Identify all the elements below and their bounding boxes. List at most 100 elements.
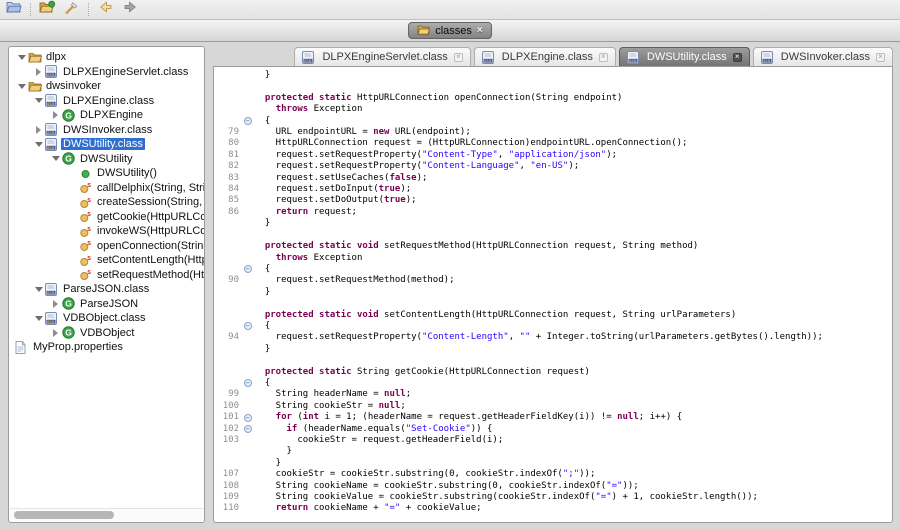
- code-text: request.setUseCaches(false);: [254, 173, 427, 184]
- tree-item-myprop-properties[interactable]: MyProp.properties: [9, 340, 204, 355]
- tree-item-dwsinvoker[interactable]: dwsinvoker: [9, 79, 204, 94]
- tree-item-vdbobject[interactable]: GVDBObject: [9, 326, 204, 341]
- tree-expand-icon[interactable]: [32, 287, 45, 292]
- class-file-icon: 010: [45, 312, 61, 325]
- code-line: throws Exception: [214, 104, 892, 115]
- open-file-button[interactable]: [5, 2, 23, 18]
- tree-expand-icon[interactable]: [49, 300, 62, 308]
- tree-item-createsession-string-st[interactable]: ScreateSession(String, St: [9, 195, 204, 210]
- code-line: }: [214, 344, 892, 355]
- forward-button[interactable]: [121, 2, 139, 18]
- code-line: }: [214, 70, 892, 81]
- tree-item-openconnection-string-[interactable]: SopenConnection(String): [9, 239, 204, 254]
- tree-item-label: getCookie(HttpURLCon: [95, 211, 205, 223]
- code-text: cookieStr = cookieStr.substring(0, cooki…: [254, 469, 595, 480]
- fold-gutter: −: [241, 321, 254, 332]
- tree-item-calldelphix-string-strin[interactable]: ScallDelphix(String, Strin: [9, 181, 204, 196]
- tree-item-dlpxengine[interactable]: GDLPXEngine: [9, 108, 204, 123]
- tree-item-dwsutility-class[interactable]: 010DWSUtility.class: [9, 137, 204, 152]
- editor-tab-dwsutility-class[interactable]: 010DWSUtility.class×: [619, 47, 750, 66]
- tree-expand-icon[interactable]: [49, 156, 62, 161]
- close-icon[interactable]: ×: [454, 53, 463, 62]
- tree-expand-icon[interactable]: [15, 55, 28, 60]
- tree-item-invokews-httpurlconn[interactable]: SinvokeWS(HttpURLConn: [9, 224, 204, 239]
- tree-item-label: dlpx: [44, 51, 68, 63]
- code-line: 103 cookieStr = request.getHeaderField(i…: [214, 435, 892, 446]
- tree-expand-icon[interactable]: [32, 126, 45, 134]
- fold-gutter: [241, 310, 254, 321]
- static-method-icon: S: [79, 254, 95, 267]
- svg-text:G: G: [65, 299, 72, 309]
- code-text: }: [254, 70, 270, 81]
- tree-item-label: invokeWS(HttpURLConn: [95, 225, 205, 237]
- editor-tab-dlpxengine-class[interactable]: 010DLPXEngine.class×: [474, 47, 616, 66]
- tree-item-label: VDBObject: [78, 327, 136, 339]
- tree-expand-icon[interactable]: [32, 68, 45, 76]
- tree-item-dwsinvoker-class[interactable]: 010DWSInvoker.class: [9, 123, 204, 138]
- horizontal-scrollbar[interactable]: [10, 508, 203, 521]
- tree-item-dlpxengine-class[interactable]: 010DLPXEngine.class: [9, 94, 204, 109]
- code-line: [214, 298, 892, 309]
- close-icon[interactable]: ×: [733, 53, 742, 62]
- fold-gutter: [241, 401, 254, 412]
- tree-item-dwsutility-[interactable]: DWSUtility(): [9, 166, 204, 181]
- collapse-fold-icon[interactable]: −: [244, 425, 252, 433]
- collapse-fold-icon[interactable]: −: [244, 379, 252, 387]
- tree-item-parsejson-class[interactable]: 010ParseJSON.class: [9, 282, 204, 297]
- fold-gutter: [241, 503, 254, 514]
- tree-item-vdbobject-class[interactable]: 010VDBObject.class: [9, 311, 204, 326]
- tree-expand-icon[interactable]: [49, 329, 62, 337]
- line-number: [214, 230, 241, 241]
- tree-expand-icon[interactable]: [32, 316, 45, 321]
- tree-item-setrequestmethod-http[interactable]: SsetRequestMethod(Http: [9, 268, 204, 283]
- code-text: {: [254, 264, 270, 275]
- collapse-fold-icon[interactable]: −: [244, 117, 252, 125]
- tree-expand-icon[interactable]: [32, 142, 45, 147]
- tree-expand-icon[interactable]: [15, 84, 28, 89]
- toolbar-separator: [30, 3, 31, 16]
- tree-expand-icon[interactable]: [49, 111, 62, 119]
- code-text: throws Exception: [254, 104, 362, 115]
- tab-classes-label: classes: [435, 25, 472, 37]
- tree-item-getcookie-httpurlcon[interactable]: SgetCookie(HttpURLCon: [9, 210, 204, 225]
- tree-item-label: openConnection(String): [95, 240, 205, 252]
- search-button[interactable]: [63, 2, 81, 18]
- tree-item-parsejson[interactable]: GParseJSON: [9, 297, 204, 312]
- code-line: − {: [214, 321, 892, 332]
- svg-text:010: 010: [763, 57, 771, 62]
- editor-tab-dwsinvoker-class[interactable]: 010DWSInvoker.class×: [753, 47, 893, 66]
- tree-expand-icon[interactable]: [32, 98, 45, 103]
- line-number: [214, 241, 241, 252]
- code-line: 109 String cookieValue = cookieStr.subst…: [214, 492, 892, 503]
- tree-item-label: VDBObject.class: [61, 312, 148, 324]
- close-icon[interactable]: ×: [477, 25, 483, 36]
- code-editor[interactable]: } protected static HttpURLConnection ope…: [213, 66, 893, 523]
- line-number: 90: [214, 275, 241, 286]
- back-icon: [98, 0, 113, 19]
- line-number: [214, 70, 241, 81]
- class-file-icon: 010: [45, 65, 61, 78]
- tree-item-setcontentlength-http[interactable]: SsetContentLength(Http: [9, 253, 204, 268]
- tree-item-dwsutility[interactable]: GDWSUtility: [9, 152, 204, 167]
- fold-gutter: [241, 184, 254, 195]
- fold-gutter: −: [241, 378, 254, 389]
- tab-classes[interactable]: classes ×: [408, 22, 492, 39]
- collapse-fold-icon[interactable]: −: [244, 265, 252, 273]
- scrollbar-thumb[interactable]: [14, 511, 114, 519]
- close-icon[interactable]: ×: [599, 53, 608, 62]
- tree-item-label: createSession(String, St: [95, 196, 205, 208]
- code-line: }: [214, 218, 892, 229]
- static-method-icon: S: [79, 239, 95, 252]
- collapse-fold-icon[interactable]: −: [244, 322, 252, 330]
- code-text: String cookieName = cookieStr.substring(…: [254, 481, 639, 492]
- open-type-icon: [39, 0, 56, 20]
- tree-item-dlpxengineservlet-class[interactable]: 010DLPXEngineServlet.class: [9, 65, 204, 80]
- tree-item-dlpx[interactable]: dlpx: [9, 50, 204, 65]
- collapse-fold-icon[interactable]: −: [244, 414, 252, 422]
- back-button[interactable]: [96, 2, 114, 18]
- open-type-button[interactable]: [38, 2, 56, 18]
- editor-tab-dlpxengineservlet-class[interactable]: 010DLPXEngineServlet.class×: [294, 47, 470, 66]
- code-line: protected static void setRequestMethod(H…: [214, 241, 892, 252]
- close-icon[interactable]: ×: [876, 53, 885, 62]
- line-number: [214, 458, 241, 469]
